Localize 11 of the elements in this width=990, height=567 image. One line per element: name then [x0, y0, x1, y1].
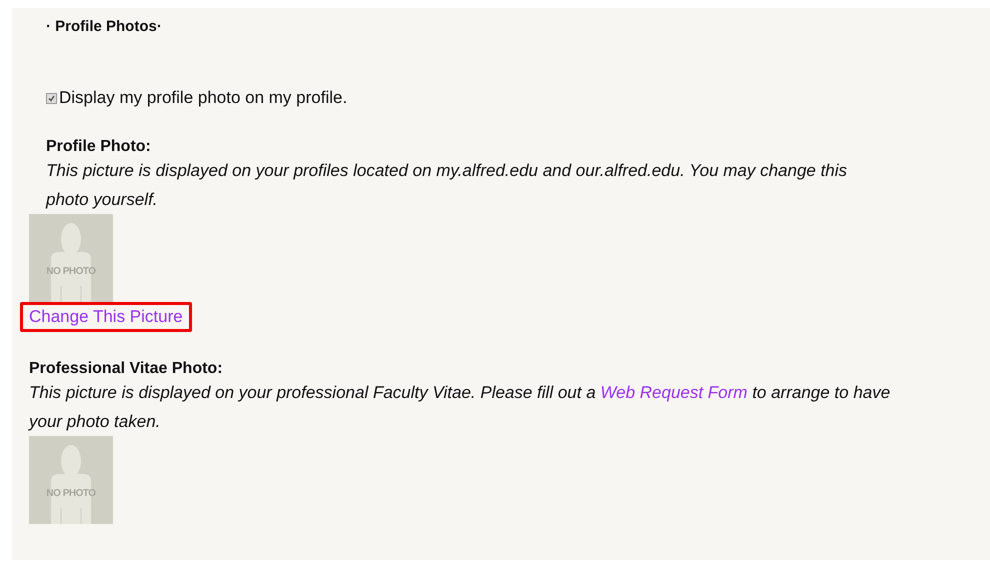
field-description: This picture is displayed on your professional Faculty Vitae. Please fill out a Web Request Form to arrange to have your photo taken.	[29, 382, 892, 433]
section-heading: · Profile Photos·	[46, 18, 162, 35]
no-photo-label: NO PHOTO	[45, 266, 97, 277]
web-request-form-link[interactable]: Web Request Form	[600, 383, 748, 402]
checkbox[interactable]	[46, 92, 57, 104]
field-title: Professional Vitae Photo:	[29, 360, 223, 378]
field-description: This picture is displayed on your profiles located on my.alfred.edu and our.alfred.edu. You may change this photo yourself.	[46, 160, 848, 211]
field-title: Profile Photo:	[46, 138, 151, 156]
change-picture-link[interactable]: Change This Picture	[20, 302, 192, 332]
no-photo-label: NO PHOTO	[45, 488, 97, 499]
display-photo-checkbox[interactable]: Display my profile photo on my profile.	[46, 88, 348, 108]
